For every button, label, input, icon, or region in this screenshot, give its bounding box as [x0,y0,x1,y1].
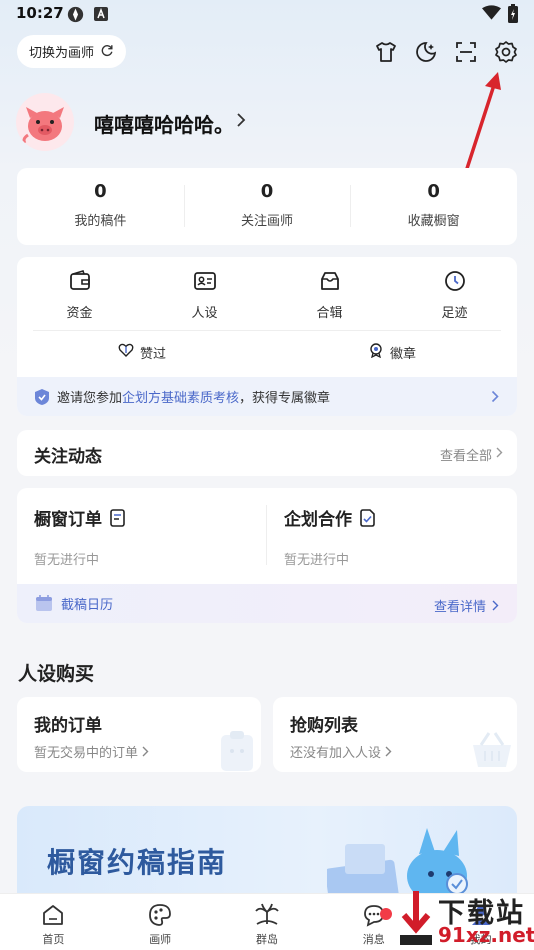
deadline-calendar-label: 截稿日历 [61,598,114,613]
badges-button[interactable]: 徽章 [267,342,517,362]
divider [33,330,501,331]
badges-label: 徽章 [389,346,416,362]
invite-prefix: 邀请您参加 [57,391,123,406]
document-check-icon [360,508,375,527]
stat-value: 0 [427,181,440,202]
project-cooperation-status: 暂无进行中 [284,553,350,568]
window-orders[interactable]: 橱窗订单 暂无进行中 [17,488,267,584]
tab-artist[interactable]: 画师 [107,894,214,950]
clipboard-deco-icon [217,729,257,772]
asset-label: 资金 [66,306,93,321]
night-mode-icon[interactable] [414,40,438,64]
scan-icon[interactable] [454,40,478,64]
chevron-right-icon [142,746,149,757]
my-orders-sub: 暂无交易中的订单 [34,746,139,761]
tab-label: 画师 [149,933,172,946]
window-orders-status: 暂无进行中 [34,553,100,568]
status-time: 10:27 [16,4,64,22]
asset-label: 人设 [191,306,218,321]
wallet-icon [17,269,142,293]
sync-status-icon [67,6,84,27]
rush-list-title: 抢购列表 [290,716,358,736]
stat-my-drafts[interactable]: 0 我的稿件 [17,168,184,245]
id-card-icon [142,269,267,293]
follow-feed-card: 关注动态 查看全部 [17,430,517,476]
assets-card: 资金 人设 合辑 足迹 赞过 徽章 邀请您参加 企划方基础素质考核 ，获得专属徽… [17,257,517,416]
liked-label: 赞过 [139,346,166,362]
invite-banner[interactable]: 邀请您参加 企划方基础素质考核 ，获得专属徽章 [17,377,517,416]
orders-card: 橱窗订单 暂无进行中 企划合作 暂无进行中 截稿日历 查看详情 [17,488,517,623]
stat-label: 收藏橱窗 [407,214,460,229]
switch-role-button[interactable]: 切换为画师 [17,35,127,68]
stat-value: 0 [94,181,107,202]
chevron-right-icon [236,112,246,132]
watermark-line2: 91xz.net [438,923,534,947]
asset-collection[interactable]: 合辑 [267,269,392,321]
my-orders-card[interactable]: 我的订单 暂无交易中的订单 [17,697,261,772]
asset-funds[interactable]: 资金 [17,269,142,321]
wifi-icon [482,5,501,25]
asset-persona[interactable]: 人设 [142,269,267,321]
box-icon [267,269,392,293]
view-all-link[interactable]: 查看全部 [440,445,503,464]
badge-icon [368,342,384,362]
a-status-icon [94,6,108,25]
guide-title: 橱窗约稿指南 [47,846,228,879]
rush-list-sub: 还没有加入人设 [290,746,382,761]
view-details-label: 查看详情 [433,600,486,615]
project-cooperation[interactable]: 企划合作 暂无进行中 [267,488,517,584]
top-bar: 切换为画师 [0,33,534,71]
window-orders-title: 橱窗订单 [34,510,102,530]
shirt-icon[interactable] [374,40,398,64]
shield-badge-icon [35,388,49,405]
chevron-right-icon [385,746,392,757]
basket-deco-icon [471,729,513,772]
stat-value: 0 [260,181,274,202]
asset-label: 足迹 [441,306,468,321]
chevron-right-icon [492,600,499,611]
chevron-right-icon [496,447,503,462]
stat-label: 关注画师 [241,214,294,229]
view-all-label: 查看全部 [439,449,492,464]
avatar[interactable] [16,93,74,151]
stat-followed-artists[interactable]: 0 关注画师 [183,168,351,245]
battery-icon [508,4,518,27]
palette-icon [107,902,214,930]
settings-gear-icon[interactable] [494,40,518,64]
liked-button[interactable]: 赞过 [17,342,267,362]
home-icon [0,902,107,930]
refresh-icon [100,43,114,61]
clock-icon [392,269,517,293]
deadline-calendar-bar[interactable]: 截稿日历 查看详情 [17,584,517,623]
invite-link[interactable]: 企划方基础素质考核 [122,387,239,406]
project-cooperation-title: 企划合作 [284,510,352,530]
document-icon [110,508,125,527]
stats-card: 0 我的稿件 0 关注画师 0 收藏橱窗 [17,168,517,245]
calendar-icon [35,595,53,612]
tab-label: 群岛 [255,933,278,946]
watermark-logo-icon [400,891,432,945]
stat-label: 我的稿件 [74,214,127,229]
chevron-right-icon [491,390,499,407]
asset-label: 合辑 [316,306,343,321]
site-watermark: 下载站 91xz.net [396,885,534,950]
heart-icon [118,342,134,362]
tab-islands[interactable]: 群岛 [214,894,321,950]
my-orders-title: 我的订单 [34,716,102,736]
asset-history[interactable]: 足迹 [392,269,517,321]
island-icon [214,902,321,930]
follow-feed-title: 关注动态 [34,447,102,467]
invite-suffix: ，获得专属徽章 [239,391,331,406]
status-bar: 10:27 [0,0,534,28]
stat-favorite-windows[interactable]: 0 收藏橱窗 [350,168,517,245]
profile-header[interactable]: 嘻嘻嘻哈哈哈。 [16,93,516,153]
tab-label: 首页 [42,933,65,946]
switch-role-label: 切换为画师 [29,46,95,61]
rush-list-card[interactable]: 抢购列表 还没有加入人设 [273,697,517,772]
nickname[interactable]: 嘻嘻嘻哈哈哈。 [94,109,234,138]
persona-purchase-title: 人设购买 [18,663,95,685]
view-details-link[interactable]: 查看详情 [434,596,499,615]
tab-home[interactable]: 首页 [0,894,107,950]
